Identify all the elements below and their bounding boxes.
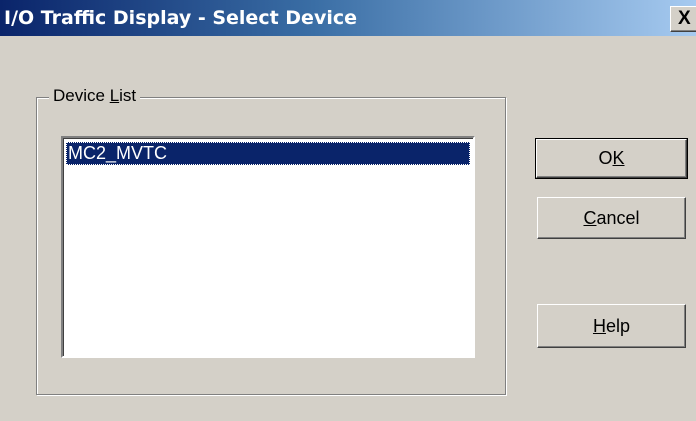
- list-item[interactable]: MC2_MVTC: [66, 142, 470, 165]
- close-icon: X: [678, 8, 691, 29]
- window-title: I/O Traffic Display - Select Device: [4, 7, 357, 29]
- help-button[interactable]: Help: [537, 304, 686, 348]
- title-bar[interactable]: I/O Traffic Display - Select Device X: [0, 0, 696, 36]
- device-listbox[interactable]: MC2_MVTC: [61, 136, 475, 358]
- ok-button[interactable]: OK: [535, 138, 688, 179]
- device-list-label: Device List: [49, 86, 141, 106]
- cancel-button[interactable]: Cancel: [537, 197, 686, 239]
- close-button[interactable]: X: [670, 6, 696, 32]
